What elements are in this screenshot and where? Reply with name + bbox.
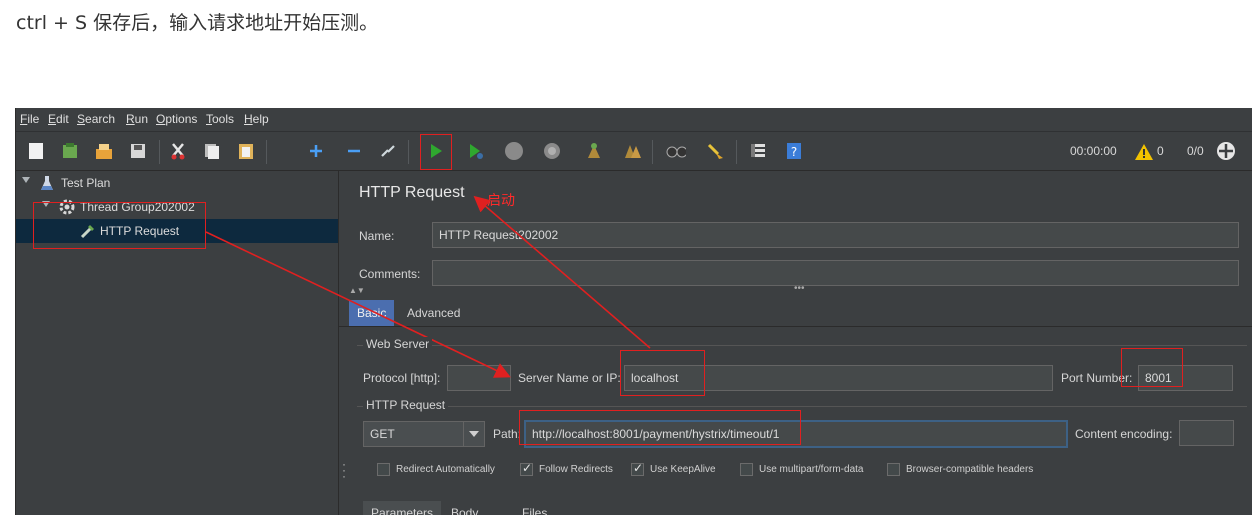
server-label: Server Name or IP: xyxy=(518,371,621,385)
function-helper-icon[interactable] xyxy=(748,141,768,161)
menu-edit[interactable]: Edit xyxy=(48,112,69,126)
browser-headers-checkbox[interactable] xyxy=(887,463,900,476)
name-field[interactable]: HTTP Request202002 xyxy=(432,222,1239,248)
toolbar-separator xyxy=(266,140,267,164)
toolbar-separator xyxy=(652,140,653,164)
keepalive-checkbox[interactable] xyxy=(631,461,644,476)
cut-icon[interactable] xyxy=(168,141,188,161)
toolbar-separator xyxy=(408,140,409,164)
reset-search-icon[interactable] xyxy=(706,141,726,161)
content-encoding-field[interactable] xyxy=(1179,420,1234,446)
follow-redirects-checkbox[interactable] xyxy=(520,461,533,476)
group-border xyxy=(357,406,1247,407)
highlight-start-button xyxy=(420,134,452,170)
menu-file[interactable]: File xyxy=(20,112,39,126)
clear-icon[interactable] xyxy=(584,141,604,161)
menu-search[interactable]: Search xyxy=(77,112,115,126)
templates-icon[interactable] xyxy=(60,141,80,161)
web-server-group-title: Web Server xyxy=(363,337,433,351)
start-no-pause-icon[interactable] xyxy=(466,141,486,161)
subtab-files-upload[interactable]: Files Upload xyxy=(514,501,568,515)
paste-icon[interactable] xyxy=(236,141,256,161)
menu-bar: File Edit Search Run Options Tools Help xyxy=(16,108,1252,132)
http-request-panel: HTTP Request Name: HTTP Request202002 Co… xyxy=(339,171,1252,515)
multipart-checkbox[interactable] xyxy=(740,463,753,476)
new-icon[interactable] xyxy=(26,141,46,161)
tab-advanced[interactable]: Advanced xyxy=(399,300,468,326)
name-label: Name: xyxy=(359,229,395,243)
splitter-grip-icon[interactable]: ••• xyxy=(794,283,805,294)
splitter[interactable]: ▲▼ ••• xyxy=(339,283,1252,300)
highlight-tree-items xyxy=(33,202,206,249)
chevron-down-icon[interactable] xyxy=(463,422,484,446)
browser-headers-label: Browser-compatible headers xyxy=(906,464,1034,475)
collapse-icon[interactable] xyxy=(344,141,364,161)
redirect-auto-checkbox[interactable] xyxy=(377,463,390,476)
tab-basic[interactable]: Basic xyxy=(349,300,395,326)
toolbar-separator xyxy=(159,140,160,164)
follow-redirects-label: Follow Redirects xyxy=(539,464,613,475)
jmeter-window: File Edit Search Run Options Tools Help … xyxy=(15,108,1252,515)
subtab-body-data[interactable]: Body Data xyxy=(443,501,486,515)
menu-options[interactable]: Options xyxy=(156,112,197,126)
active-threads: 0/0 xyxy=(1187,144,1204,158)
redirect-auto-label: Redirect Automatically xyxy=(396,464,495,475)
warning-count: 0 xyxy=(1157,144,1164,158)
method-value: GET xyxy=(370,427,395,441)
group-border xyxy=(357,345,1247,346)
comments-label: Comments: xyxy=(359,267,421,281)
splitter-arrows-icon[interactable]: ▲▼ xyxy=(349,286,365,295)
content-encoding-label: Content encoding: xyxy=(1075,427,1173,441)
highlight-port xyxy=(1121,348,1183,387)
comments-field[interactable] xyxy=(432,260,1239,286)
protocol-field[interactable] xyxy=(447,365,511,391)
svg-text:?: ? xyxy=(791,145,797,159)
remote-icon[interactable] xyxy=(1216,141,1236,161)
start-annotation: 启动 xyxy=(487,193,515,209)
menu-tools[interactable]: Tools xyxy=(206,112,234,126)
tree-label-test-plan: Test Plan xyxy=(61,176,111,190)
clear-all-icon[interactable] xyxy=(622,141,642,161)
keepalive-label: Use KeepAlive xyxy=(650,464,716,475)
caption-text: ctrl + S 保存后，输入请求地址开始压测。 xyxy=(16,12,379,34)
open-icon[interactable] xyxy=(94,141,114,161)
toolbar-separator xyxy=(736,140,737,164)
elapsed-timer: 00:00:00 xyxy=(1070,144,1117,158)
save-icon[interactable] xyxy=(128,141,148,161)
method-select[interactable]: GET xyxy=(363,421,485,447)
warning-icon[interactable] xyxy=(1134,142,1154,162)
stop-icon[interactable] xyxy=(504,141,524,161)
toolbar: ? 00:00:00 0 0/0 xyxy=(16,132,1252,171)
expand-triangle-icon[interactable] xyxy=(22,177,30,183)
protocol-label: Protocol [http]: xyxy=(363,371,441,385)
toggle-icon[interactable] xyxy=(378,141,398,161)
panel-title: HTTP Request xyxy=(359,184,465,201)
highlight-path xyxy=(519,410,801,445)
flask-icon xyxy=(40,175,54,194)
tree-item-test-plan[interactable]: Test Plan xyxy=(16,171,338,195)
copy-icon[interactable] xyxy=(202,141,222,161)
expand-icon[interactable] xyxy=(306,141,326,161)
shutdown-icon[interactable] xyxy=(542,141,562,161)
subtab-parameters[interactable]: Parameters xyxy=(363,501,442,515)
help-icon[interactable]: ? xyxy=(784,141,804,161)
tab-bar: Basic Advanced xyxy=(339,300,1252,327)
path-label: Path: xyxy=(493,427,522,441)
search-icon[interactable] xyxy=(666,141,686,161)
menu-help[interactable]: Help xyxy=(244,112,269,126)
menu-run[interactable]: Run xyxy=(126,112,148,126)
highlight-server-name xyxy=(620,350,705,396)
http-request-group-title: HTTP Request xyxy=(363,398,449,412)
multipart-label: Use multipart/form-data xyxy=(759,464,864,475)
drag-handle-icon[interactable]: · · · xyxy=(342,458,346,482)
